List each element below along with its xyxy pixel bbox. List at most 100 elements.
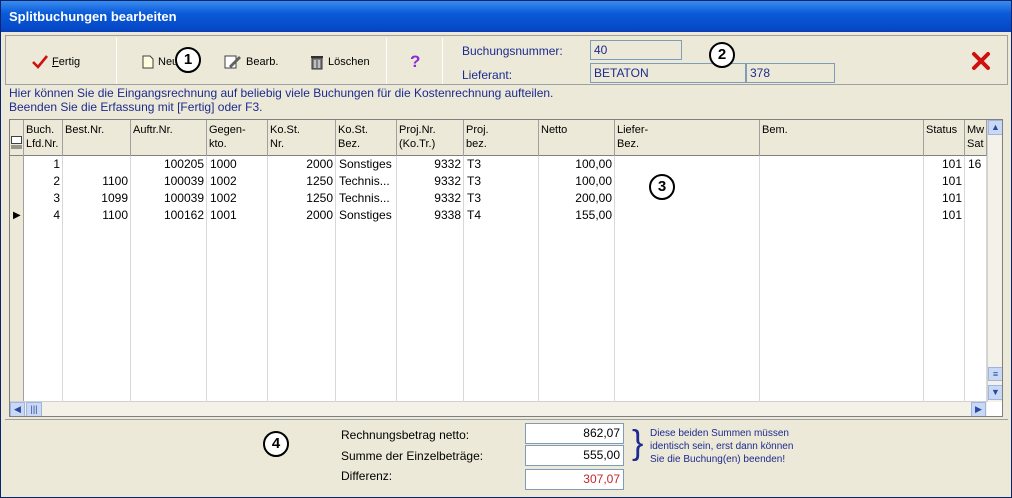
cell-projbez[interactable]: T3: [464, 173, 539, 190]
cell-kostbez[interactable]: Sonstiges: [336, 156, 397, 173]
cell-kost[interactable]: 2000: [268, 207, 336, 224]
cell-status[interactable]: 101: [924, 207, 965, 224]
cell-mwst[interactable]: 16: [965, 156, 987, 173]
column-header-mwst[interactable]: Mw Sat: [965, 120, 987, 156]
fertig-button[interactable]: Fertig: [32, 52, 80, 72]
cell-bem[interactable]: [760, 207, 924, 224]
differenz-label: Differenz:: [341, 469, 393, 483]
cell-status[interactable]: 101: [924, 190, 965, 207]
cell-gegen[interactable]: 1000: [207, 156, 268, 173]
cell-gegen[interactable]: 1002: [207, 190, 268, 207]
main-window: Splitbuchungen bearbeiten Fertig Neu Bea…: [0, 0, 1012, 498]
scroll-thumb[interactable]: ≡: [988, 367, 1002, 381]
cell-best[interactable]: 1100: [63, 173, 131, 190]
cell-status[interactable]: 101: [924, 156, 965, 173]
buchungsnummer-label: Buchungsnummer:: [462, 44, 563, 58]
cell-proj[interactable]: 9332: [397, 190, 464, 207]
cell-netto[interactable]: 100,00: [539, 156, 615, 173]
table-row[interactable]: 3 1099 100039 1002 1250 Technis... 9332 T3 200,0…: [10, 190, 990, 207]
footer-totals: Rechnungsbetrag netto: 862,07 Summe der …: [5, 419, 1008, 494]
grid-column-divider: [964, 156, 965, 402]
cell-netto[interactable]: 155,00: [539, 207, 615, 224]
table-row[interactable]: 1 100205 1000 2000 Sonstiges 9332 T3 100,00 101 1…: [10, 156, 990, 173]
neu-button[interactable]: Neu: [142, 52, 178, 72]
buchungsnummer-field[interactable]: 40: [590, 40, 682, 60]
cell-kostbez[interactable]: Sonstiges: [336, 207, 397, 224]
cell-best[interactable]: 1100: [63, 207, 131, 224]
cell-liefer[interactable]: [615, 156, 760, 173]
summe-field[interactable]: 555,00: [525, 445, 624, 466]
cell-auftr[interactable]: 100039: [131, 173, 207, 190]
cell-auftr[interactable]: 100205: [131, 156, 207, 173]
cell-proj[interactable]: 9332: [397, 173, 464, 190]
column-header-liefer[interactable]: Liefer- Bez.: [615, 120, 760, 156]
help-button[interactable]: ?: [410, 52, 420, 72]
scroll-down-icon[interactable]: ▼: [988, 385, 1002, 400]
loeschen-button[interactable]: Löschen: [310, 52, 370, 72]
differenz-field[interactable]: 307,07: [525, 469, 624, 490]
bearb-button[interactable]: Bearb.: [224, 52, 278, 72]
cell-lfd[interactable]: 4: [24, 207, 63, 224]
current-row-indicator-icon: ▶: [13, 210, 21, 221]
cell-lfd[interactable]: 1: [24, 156, 63, 173]
booking-grid[interactable]: Buch. Lfd.Nr. Best.Nr. Auftr.Nr. Gegen- kto…: [9, 119, 1003, 417]
column-header-bem[interactable]: Bem.: [760, 120, 924, 156]
cell-status[interactable]: 101: [924, 173, 965, 190]
cell-gegen[interactable]: 1002: [207, 173, 268, 190]
column-header-gegen[interactable]: Gegen- kto.: [207, 120, 268, 156]
cell-liefer[interactable]: [615, 173, 760, 190]
column-header-projbez[interactable]: Proj. bez.: [464, 120, 539, 156]
column-header-best[interactable]: Best.Nr.: [63, 120, 131, 156]
lieferant-number-field[interactable]: 378: [746, 63, 835, 83]
cell-auftr[interactable]: 100039: [131, 190, 207, 207]
cell-netto[interactable]: 100,00: [539, 173, 615, 190]
cell-projbez[interactable]: T4: [464, 207, 539, 224]
cell-kostbez[interactable]: Technis...: [336, 173, 397, 190]
cell-projbez[interactable]: T3: [464, 190, 539, 207]
cell-bem[interactable]: [760, 156, 924, 173]
column-header-kostbez[interactable]: Ko.St. Bez.: [336, 120, 397, 156]
cell-mwst[interactable]: [965, 207, 987, 224]
close-icon[interactable]: [971, 51, 991, 71]
horizontal-scrollbar[interactable]: ◀ ||| ▶: [10, 401, 987, 416]
cell-netto[interactable]: 200,00: [539, 190, 615, 207]
scroll-up-icon[interactable]: ▲: [988, 120, 1002, 135]
grid-corner-icon[interactable]: [10, 120, 24, 156]
cell-lfd[interactable]: 3: [24, 190, 63, 207]
cell-liefer[interactable]: [615, 190, 760, 207]
cell-proj[interactable]: 9332: [397, 156, 464, 173]
vertical-scrollbar[interactable]: ▲ ≡ ▼: [987, 120, 1002, 402]
column-header-netto[interactable]: Netto: [539, 120, 615, 156]
grid-column-divider: [986, 156, 987, 402]
cell-mwst[interactable]: [965, 190, 987, 207]
hscroll-thumb[interactable]: |||: [26, 402, 42, 416]
column-header-lfd[interactable]: Buch. Lfd.Nr.: [24, 120, 63, 156]
cell-lfd[interactable]: 2: [24, 173, 63, 190]
cell-proj[interactable]: 9338: [397, 207, 464, 224]
column-header-kost[interactable]: Ko.St. Nr.: [268, 120, 336, 156]
netto-field[interactable]: 862,07: [525, 423, 624, 444]
cell-mwst[interactable]: [965, 173, 987, 190]
cell-liefer[interactable]: [615, 207, 760, 224]
cell-bem[interactable]: [760, 190, 924, 207]
scroll-left-icon[interactable]: ◀: [10, 402, 25, 416]
table-row[interactable]: 2 1100 100039 1002 1250 Technis... 9332 T3 100,0…: [10, 173, 990, 190]
cell-best[interactable]: [63, 156, 131, 173]
column-header-status[interactable]: Status: [924, 120, 965, 156]
cell-projbez[interactable]: T3: [464, 156, 539, 173]
cell-auftr[interactable]: 100162: [131, 207, 207, 224]
table-row[interactable]: ▶ 4 1100 100162 1001 2000 Sonstiges 9338 T4 155,0…: [10, 207, 990, 224]
column-header-proj[interactable]: Proj.Nr. (Ko.Tr.): [397, 120, 464, 156]
cell-kost[interactable]: 1250: [268, 190, 336, 207]
cell-gegen[interactable]: 1001: [207, 207, 268, 224]
netto-label: Rechnungsbetrag netto:: [341, 428, 470, 442]
cell-bem[interactable]: [760, 173, 924, 190]
column-header-auftr[interactable]: Auftr.Nr.: [131, 120, 207, 156]
cell-kost[interactable]: 1250: [268, 173, 336, 190]
cell-kostbez[interactable]: Technis...: [336, 190, 397, 207]
cell-kost[interactable]: 2000: [268, 156, 336, 173]
scroll-right-icon[interactable]: ▶: [971, 402, 986, 416]
grid-column-divider: [206, 156, 207, 402]
cell-best[interactable]: 1099: [63, 190, 131, 207]
summe-label: Summe der Einzelbeträge:: [341, 449, 484, 463]
